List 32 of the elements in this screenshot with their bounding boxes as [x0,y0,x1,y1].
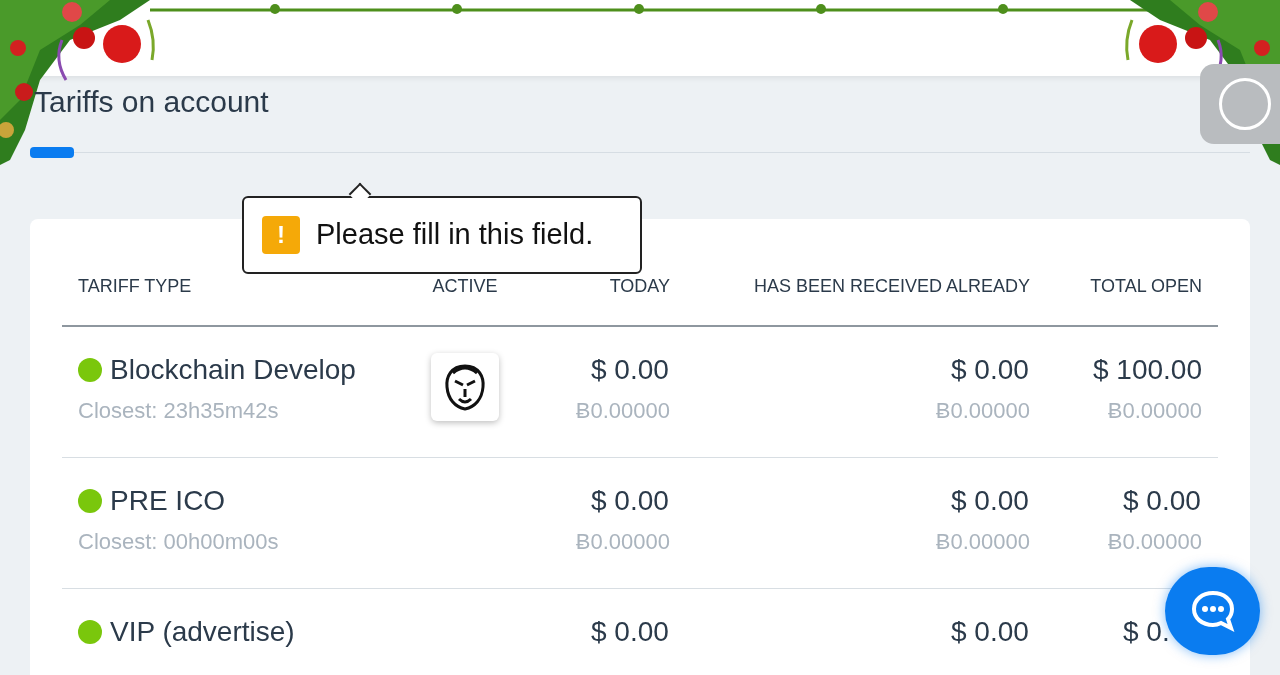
btc-amount: Ƀ0.00000 [1107,528,1202,556]
tariff-name: PRE ICO [110,484,226,518]
tariff-name: Blockchain Develop [110,353,356,387]
usd-amount: $ 0.00 [951,353,1030,387]
column-header: TARIFF TYPE [78,275,193,297]
btc-amount: Ƀ0.00000 [575,528,670,556]
ring-icon [1219,78,1271,130]
column-header: ACTIVE [431,275,499,297]
chat-bubble-icon [1190,590,1235,632]
warning-icon: ! [262,216,300,254]
usd-amount: $ 0.00 [951,484,1030,518]
btc-amount: Ƀ0.00000 [1107,397,1202,425]
lion-head-icon [443,363,487,411]
usd-amount: $ 0.00 [591,353,670,387]
usd-amount: $ 0.00 [591,615,670,649]
usd-amount: $ 0.00 [1123,484,1202,518]
btc-amount: Ƀ0.00000 [575,397,670,425]
usd-amount: $ 0.00 [591,484,670,518]
tariff-name: VIP (advertise) [110,615,295,649]
title-accent-bar [30,147,74,158]
page-title: Tariffs on account [34,84,270,120]
tooltip-message: Please fill in this field. [316,217,594,253]
column-header: HAS BEEN RECEIVED ALREADY [752,275,1030,297]
closest-time: Closest: 00h00m00s [78,528,280,556]
btc-amount: Ƀ0.00000 [935,528,1030,556]
usd-amount: $ 0. [1123,615,1171,649]
usd-amount: $ 0.00 [951,615,1030,649]
closest-time: Closest: 23h35m42s [78,397,280,425]
column-header: TOTAL OPEN [1089,275,1202,297]
usd-amount: $ 100.00 [1093,353,1202,387]
btc-amount: Ƀ0.00000 [935,397,1030,425]
column-header: TODAY [608,275,670,297]
